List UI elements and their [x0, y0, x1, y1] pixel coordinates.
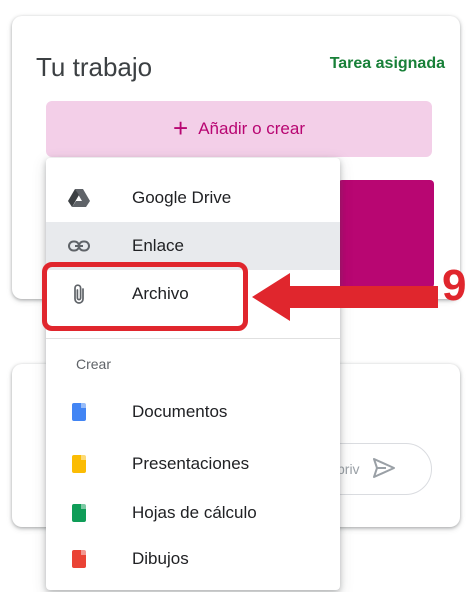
menu-item-label: Archivo — [132, 284, 189, 303]
work-card-title: Tu trabajo — [36, 52, 153, 82]
menu-item-link[interactable]: Enlace — [46, 222, 340, 270]
google-slides-icon — [68, 453, 90, 475]
menu-item-label: Documentos — [132, 402, 228, 421]
paperclip-icon — [68, 283, 90, 305]
menu-item-drawings[interactable]: Dibujos — [46, 535, 340, 583]
private-comment-placeholder: priv — [337, 461, 360, 477]
add-or-create-button[interactable]: + Añadir o crear — [46, 101, 432, 157]
google-sheets-icon — [68, 502, 90, 524]
menu-item-label: Hojas de cálculo — [132, 503, 257, 522]
google-docs-icon — [68, 401, 90, 423]
add-or-create-menu: Google Drive Enlace Archivo Crear Docume… — [46, 158, 340, 590]
plus-icon: + — [173, 112, 189, 143]
menu-item-label: Google Drive — [132, 188, 232, 207]
menu-item-label: Enlace — [132, 236, 184, 255]
assignment-status: Tarea asignada — [329, 55, 445, 72]
create-section-label: Crear — [76, 356, 112, 372]
menu-item-docs[interactable]: Documentos — [46, 388, 340, 436]
google-drawings-icon — [68, 548, 90, 570]
add-or-create-label: Añadir o crear — [198, 119, 305, 138]
menu-item-sheets[interactable]: Hojas de cálculo — [46, 489, 340, 537]
menu-item-google-drive[interactable]: Google Drive — [46, 174, 340, 222]
google-drive-icon — [68, 187, 90, 209]
menu-item-label: Presentaciones — [132, 454, 250, 473]
link-icon — [68, 235, 90, 257]
send-icon[interactable] — [372, 457, 396, 482]
annotation-step-number: 9 — [442, 261, 467, 310]
menu-item-label: Dibujos — [132, 549, 189, 568]
annotation-arrow-icon — [252, 273, 438, 321]
menu-divider — [46, 338, 340, 339]
menu-item-slides[interactable]: Presentaciones — [46, 440, 340, 488]
